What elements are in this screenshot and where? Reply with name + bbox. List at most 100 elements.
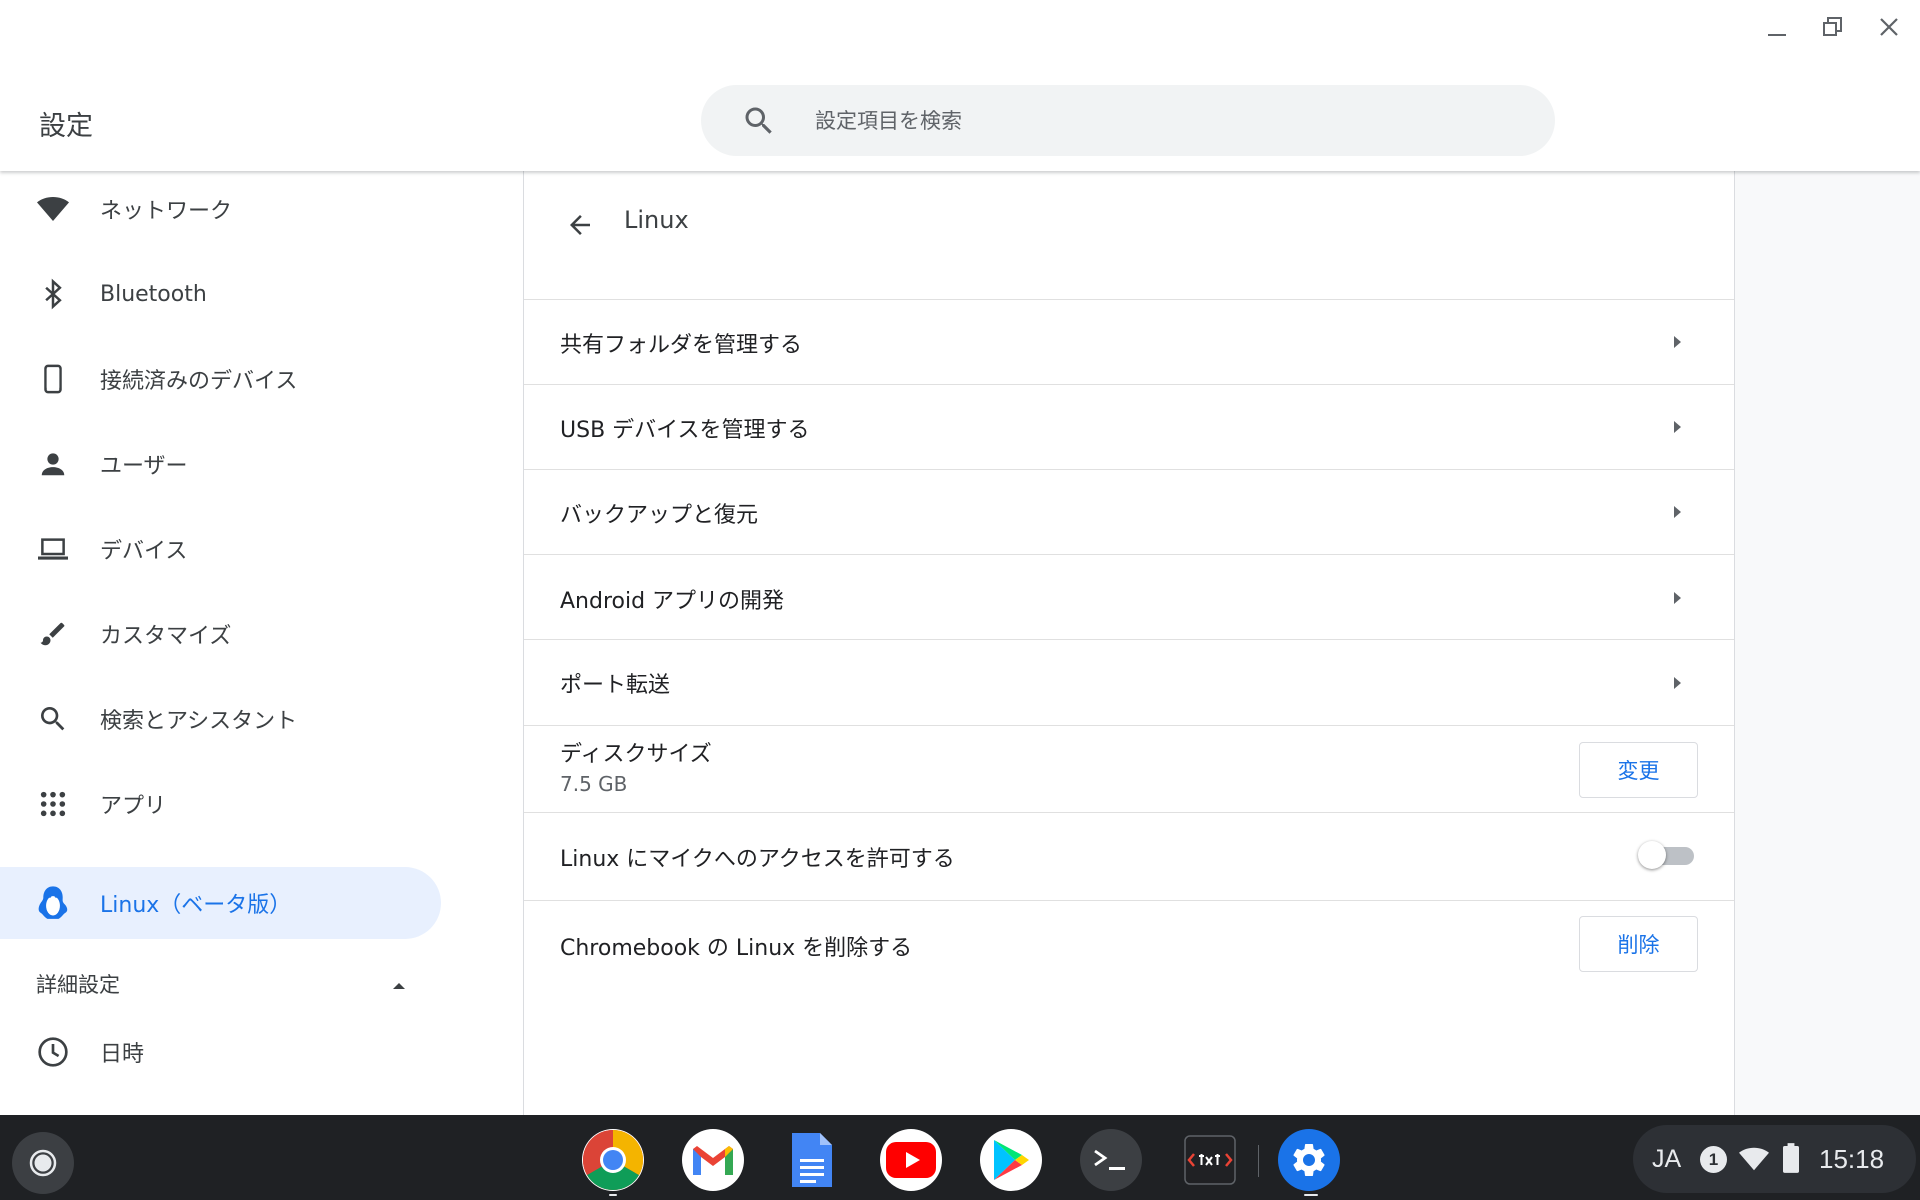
close-icon (1880, 18, 1898, 36)
clock-icon (36, 1035, 70, 1069)
sidebar-item-linux[interactable]: Linux（ベータ版） (0, 867, 441, 939)
sidebar-item-label: 検索とアシスタント (100, 709, 298, 734)
close-button[interactable] (1872, 10, 1906, 44)
card-header: Linux (524, 171, 1734, 299)
text-editor-icon (1184, 1135, 1236, 1185)
search-input[interactable] (815, 108, 1455, 133)
penguin-icon (36, 886, 70, 920)
row-label: バックアップと復元 (560, 503, 759, 528)
apps-grid-icon (36, 787, 70, 821)
sidebar-item-connected-devices[interactable]: 接続済みのデバイス (0, 343, 441, 415)
row-label: 共有フォルダを管理する (560, 333, 803, 358)
gmail-app[interactable] (682, 1129, 744, 1191)
page-title: Linux (624, 206, 689, 234)
restore-icon (1823, 17, 1842, 36)
sidebar-item-label: デバイス (100, 539, 188, 564)
wifi-icon (36, 192, 70, 226)
arrow-back-icon (570, 215, 590, 235)
sidebar: ネットワーク Bluetooth 接続済みのデバイス ユーザー デバイス カスタ… (0, 171, 523, 1115)
phone-icon (36, 362, 70, 396)
search-box[interactable] (701, 85, 1555, 156)
row-remove-linux: Chromebook の Linux を削除する 削除 (524, 900, 1734, 988)
sidebar-item-apps[interactable]: アプリ (0, 768, 441, 840)
row-port-forwarding[interactable]: ポート転送 (524, 639, 1734, 725)
toggle-knob (1638, 841, 1666, 869)
change-disk-size-button[interactable]: 変更 (1579, 742, 1698, 798)
docs-icon (792, 1133, 832, 1187)
chrome-icon (582, 1130, 644, 1191)
shelf-separator (1258, 1145, 1259, 1177)
row-label: ディスクサイズ (560, 742, 712, 767)
sidebar-item-label: 接続済みのデバイス (100, 369, 298, 394)
laptop-icon (36, 532, 70, 566)
row-label: Chromebook の Linux を削除する (560, 936, 913, 961)
settings-app[interactable] (1278, 1129, 1340, 1191)
settings-icon (1293, 1144, 1325, 1176)
play-store-icon (994, 1140, 1029, 1180)
window-controls (1760, 10, 1906, 44)
sidebar-item-label: Linux（ベータ版） (100, 893, 292, 918)
person-icon (36, 447, 70, 481)
active-indicator (1304, 1194, 1318, 1196)
status-tray[interactable]: JA 1 15:18 (1633, 1125, 1916, 1193)
disk-size-value: 7.5 GB (560, 772, 628, 796)
clock-time[interactable]: 15:18 (1819, 1144, 1884, 1175)
app-header: 設定 (0, 0, 1920, 171)
sidebar-item-label: カスタマイズ (100, 624, 232, 649)
notification-count-badge[interactable]: 1 (1700, 1146, 1727, 1173)
back-button[interactable] (558, 203, 602, 247)
shelf: JA 1 15:18 (0, 1115, 1920, 1200)
arrow-right-icon (1674, 592, 1681, 604)
search-icon (745, 107, 772, 134)
minimize-button[interactable] (1760, 10, 1794, 44)
play-store-app[interactable] (980, 1129, 1042, 1191)
sidebar-item-label: ユーザー (100, 454, 188, 479)
battery-icon (1783, 1143, 1799, 1173)
youtube-app[interactable] (880, 1129, 942, 1191)
sidebar-item-label: ネットワーク (100, 199, 233, 224)
arrow-right-icon (1674, 336, 1681, 348)
row-label: USB デバイスを管理する (560, 418, 810, 443)
launcher-button[interactable] (12, 1132, 74, 1194)
bluetooth-icon (36, 277, 70, 311)
row-disk-size: ディスクサイズ 7.5 GB 変更 (524, 725, 1734, 812)
ime-indicator[interactable]: JA (1652, 1145, 1681, 1174)
arrow-right-icon (1674, 677, 1681, 689)
restore-button[interactable] (1816, 10, 1850, 44)
sidebar-item-device[interactable]: デバイス (0, 513, 441, 585)
remove-linux-button[interactable]: 削除 (1579, 916, 1698, 972)
sidebar-item-date-time[interactable]: 日時 (0, 1016, 441, 1088)
row-backup-restore[interactable]: バックアップと復元 (524, 469, 1734, 554)
row-usb-devices[interactable]: USB デバイスを管理する (524, 384, 1734, 469)
row-mic-access[interactable]: Linux にマイクへのアクセスを許可する (524, 812, 1734, 900)
terminal-app[interactable] (1080, 1129, 1142, 1191)
advanced-section-header[interactable]: 詳細設定 (36, 969, 120, 999)
mic-access-toggle[interactable] (1638, 840, 1694, 870)
terminal-icon (1094, 1149, 1125, 1170)
sidebar-item-network[interactable]: ネットワーク (0, 173, 441, 245)
sidebar-item-label: 日時 (100, 1042, 145, 1067)
sidebar-item-personalization[interactable]: カスタマイズ (0, 598, 441, 670)
row-shared-folders[interactable]: 共有フォルダを管理する (524, 299, 1734, 384)
sidebar-item-bluetooth[interactable]: Bluetooth (0, 258, 441, 330)
sidebar-item-label: アプリ (100, 794, 167, 819)
sidebar-item-search-assistant[interactable]: 検索とアシスタント (0, 683, 441, 755)
sidebar-item-label: Bluetooth (100, 281, 207, 307)
text-editor-app[interactable] (1179, 1129, 1241, 1191)
row-label: Linux にマイクへのアクセスを許可する (560, 847, 955, 872)
launcher-circle-icon (29, 1149, 57, 1177)
app-title: 設定 (39, 111, 93, 142)
youtube-icon (886, 1142, 936, 1178)
gmail-icon (693, 1146, 733, 1175)
minimize-icon (1768, 34, 1786, 36)
row-android-dev[interactable]: Android アプリの開発 (524, 554, 1734, 639)
caret-up-icon[interactable] (388, 974, 410, 996)
search-icon (36, 702, 70, 736)
wifi-icon (1739, 1147, 1769, 1171)
sidebar-item-users[interactable]: ユーザー (0, 428, 441, 500)
running-indicator (609, 1194, 617, 1196)
chrome-app[interactable] (582, 1129, 644, 1191)
docs-app[interactable] (781, 1129, 843, 1191)
row-label: Android アプリの開発 (560, 589, 785, 614)
arrow-right-icon (1674, 421, 1681, 433)
